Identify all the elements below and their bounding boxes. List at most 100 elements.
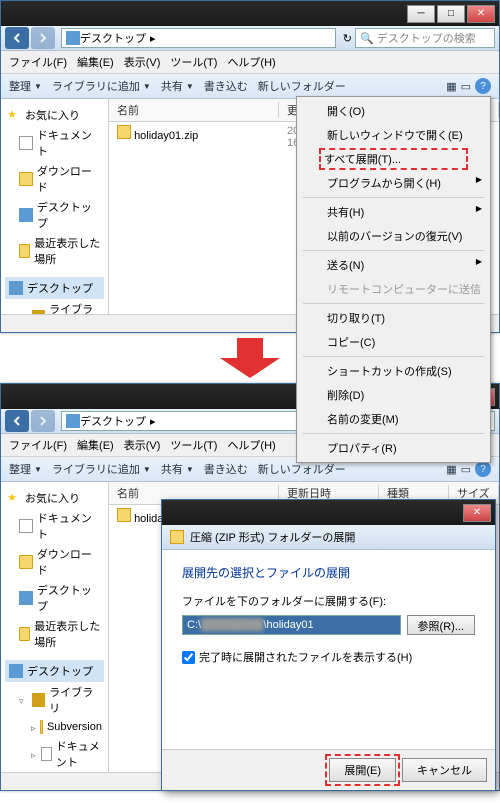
breadcrumb[interactable]: デスクトップ ▸ [61, 411, 336, 431]
menu-edit[interactable]: 編集(E) [77, 54, 114, 70]
forward-button[interactable] [31, 410, 55, 432]
extract-button[interactable]: 展開(E) [329, 758, 396, 782]
address-bar: デスクトップ ▸ ↻ 🔍 デスクトップの検索 [1, 26, 499, 51]
desktop-header[interactable]: デスクトップ [5, 277, 104, 299]
menu-tools[interactable]: ツール(T) [170, 437, 217, 453]
sidebar-item-documents[interactable]: ドキュメント [5, 508, 104, 544]
breadcrumb-text: デスクトップ [80, 30, 146, 46]
back-button[interactable] [5, 27, 29, 49]
ctx-restore-version[interactable]: 以前のバージョンの復元(V) [299, 224, 488, 248]
submenu-arrow-icon: ▶ [476, 257, 482, 266]
desktop-header[interactable]: デスクトップ [5, 660, 104, 682]
menu-view[interactable]: 表示(V) [124, 437, 161, 453]
share-button[interactable]: 共有 ▼ [161, 78, 194, 94]
sidebar-item-downloads[interactable]: ダウンロード [5, 544, 104, 580]
desktop-icon [66, 414, 80, 428]
view-icon[interactable]: ▦ [446, 463, 456, 476]
menu-tools[interactable]: ツール(T) [170, 54, 217, 70]
zip-icon [117, 508, 131, 522]
document-icon [19, 136, 33, 150]
sidebar-item-recent[interactable]: 最近表示した場所 [5, 233, 104, 269]
expand-icon[interactable]: ▿ [19, 313, 28, 315]
sidebar-item-subversion[interactable]: ▹Subversion [5, 718, 104, 736]
refresh-icon[interactable]: ↻ [343, 32, 352, 45]
ctx-open-with[interactable]: プログラムから開く(H)▶ [299, 171, 488, 195]
show-files-checkbox[interactable]: 完了時に展開されたファイルを表示する(H) [182, 649, 475, 665]
recent-icon [19, 244, 30, 258]
separator [303, 250, 484, 251]
menu-file[interactable]: ファイル(F) [9, 437, 67, 453]
menu-edit[interactable]: 編集(E) [77, 437, 114, 453]
ctx-cut[interactable]: 切り取り(T) [299, 306, 488, 330]
sidebar-item-downloads[interactable]: ダウンロード [5, 161, 104, 197]
minimize-button[interactable]: ─ [407, 5, 435, 23]
breadcrumb-arrow-icon: ▸ [150, 32, 156, 45]
new-folder-button[interactable]: 新しいフォルダー [258, 461, 346, 477]
col-name[interactable]: 名前 [109, 102, 279, 118]
organize-button[interactable]: 整理 ▼ [9, 78, 42, 94]
ctx-rename[interactable]: 名前の変更(M) [299, 407, 488, 431]
folder-icon [19, 172, 33, 186]
search-input[interactable]: 🔍 デスクトップの検索 [355, 28, 495, 48]
dialog-footer: 展開(E) キャンセル [162, 749, 495, 790]
add-to-library-button[interactable]: ライブラリに追加 ▼ [52, 78, 151, 94]
desktop-icon [9, 281, 23, 295]
share-button[interactable]: 共有 ▼ [161, 461, 194, 477]
explorer-window-top: ─ □ ✕ デスクトップ ▸ ↻ 🔍 デスクトップの検索 ファイル(F) 編集(… [0, 0, 500, 333]
maximize-button[interactable]: □ [437, 5, 465, 23]
sidebar-item-desktop[interactable]: デスクトップ [5, 580, 104, 616]
help-icon[interactable]: ? [475, 461, 491, 477]
dialog-titlebar-frame: ✕ [162, 500, 495, 525]
menu-help[interactable]: ヘルプ(H) [227, 54, 275, 70]
dialog-close-button[interactable]: ✕ [463, 504, 491, 522]
view-icon[interactable]: ▦ [446, 80, 456, 93]
burn-button[interactable]: 書き込む [204, 461, 248, 477]
sidebar-item-desktop[interactable]: デスクトップ [5, 197, 104, 233]
new-folder-button[interactable]: 新しいフォルダー [258, 78, 346, 94]
forward-button[interactable] [31, 27, 55, 49]
checkbox-input[interactable] [182, 651, 195, 664]
cancel-button[interactable]: キャンセル [402, 758, 487, 782]
library-icon [32, 310, 45, 314]
desktop-icon [19, 208, 33, 222]
ctx-remote: リモートコンピューターに送信 [299, 277, 488, 301]
burn-button[interactable]: 書き込む [204, 78, 248, 94]
sidebar: ★お気に入り ドキュメント ダウンロード デスクトップ 最近表示した場所 デスク… [1, 99, 109, 314]
separator [303, 356, 484, 357]
menu-view[interactable]: 表示(V) [124, 54, 161, 70]
sidebar-item-documents-lib[interactable]: ▹ドキュメント [5, 736, 104, 772]
organize-button[interactable]: 整理 ▼ [9, 461, 42, 477]
sidebar-item-recent[interactable]: 最近表示した場所 [5, 616, 104, 652]
sidebar-item-documents[interactable]: ドキュメント [5, 125, 104, 161]
path-input[interactable]: C:\████████\holiday01 [182, 615, 401, 635]
ctx-properties[interactable]: プロパティ(R) [299, 436, 488, 460]
back-button[interactable] [5, 410, 29, 432]
desktop-icon [66, 31, 80, 45]
menu-file[interactable]: ファイル(F) [9, 54, 67, 70]
breadcrumb[interactable]: デスクトップ ▸ [61, 28, 336, 48]
dialog-label: ファイルを下のフォルダーに展開する(F): [182, 593, 475, 609]
help-icon[interactable]: ? [475, 78, 491, 94]
ctx-create-shortcut[interactable]: ショートカットの作成(S) [299, 359, 488, 383]
ctx-share[interactable]: 共有(H)▶ [299, 200, 488, 224]
ctx-copy[interactable]: コピー(C) [299, 330, 488, 354]
ctx-send-to[interactable]: 送る(N)▶ [299, 253, 488, 277]
sidebar-item-libraries[interactable]: ▿ライブラリ [5, 299, 104, 314]
favorites-header[interactable]: ★お気に入り [5, 488, 104, 508]
close-button[interactable]: ✕ [467, 5, 495, 23]
ctx-extract-all[interactable]: すべて展開(T)... [324, 151, 463, 167]
add-to-library-button[interactable]: ライブラリに追加 ▼ [52, 461, 151, 477]
favorites-header[interactable]: ★お気に入り [5, 105, 104, 125]
sidebar-item-libraries[interactable]: ▿ライブラリ [5, 682, 104, 718]
browse-button[interactable]: 参照(R)... [407, 615, 475, 635]
menu-help[interactable]: ヘルプ(H) [227, 437, 275, 453]
ctx-delete[interactable]: 削除(D) [299, 383, 488, 407]
menubar: ファイル(F) 編集(E) 表示(V) ツール(T) ヘルプ(H) [1, 51, 499, 74]
dialog-body: 展開先の選択とファイルの展開 ファイルを下のフォルダーに展開する(F): C:\… [162, 550, 495, 749]
ctx-open-new-window[interactable]: 新しいウィンドウで開く(E) [299, 123, 488, 147]
preview-pane-icon[interactable]: ▭ [461, 80, 471, 93]
separator [303, 303, 484, 304]
preview-pane-icon[interactable]: ▭ [461, 463, 471, 476]
search-icon: 🔍 [360, 32, 374, 45]
ctx-open[interactable]: 開く(O) [299, 99, 488, 123]
